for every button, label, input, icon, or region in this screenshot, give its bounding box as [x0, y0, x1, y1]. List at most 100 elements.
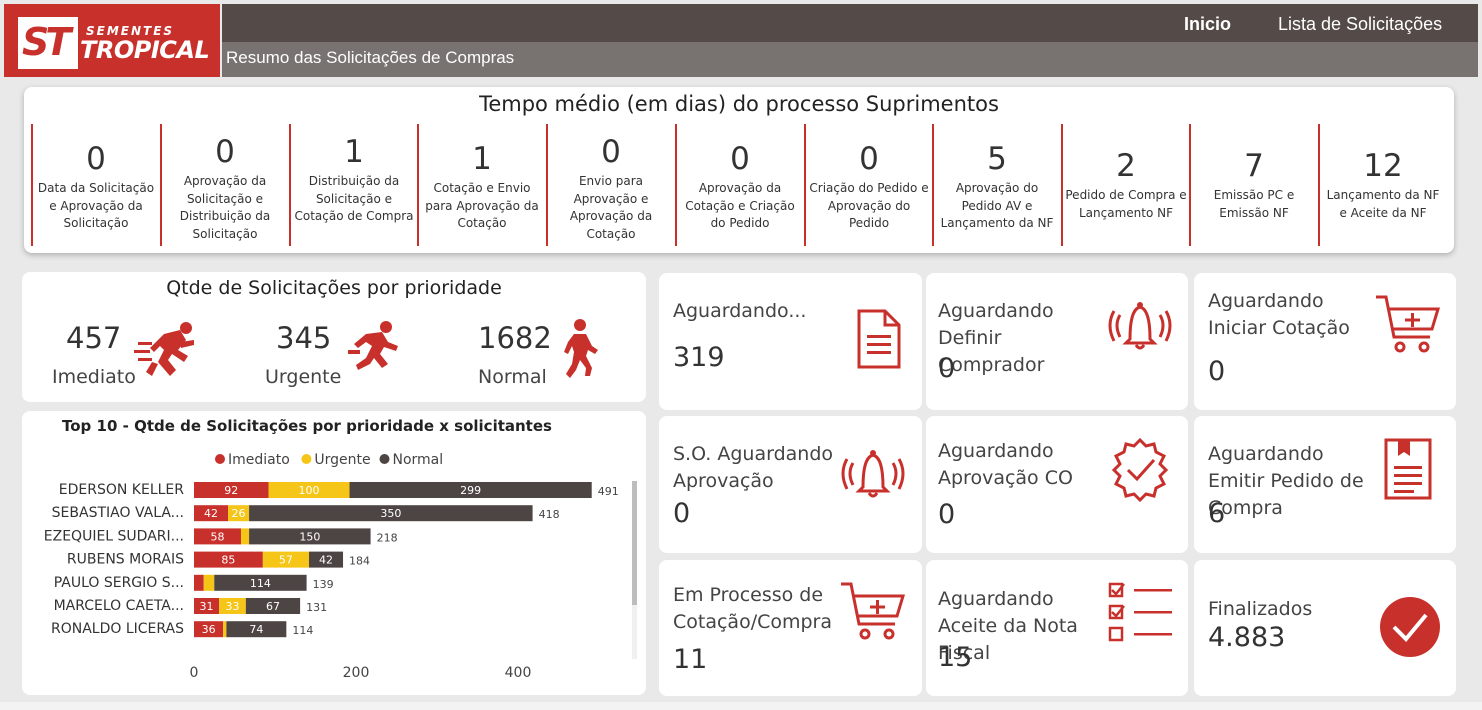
status-card-value: 6	[1208, 498, 1226, 529]
legend-label-normal: Normal	[393, 452, 444, 468]
tempo-step-value: 0	[730, 141, 750, 177]
prioridade-card: Qtde de Solicitações por prioridade 457 …	[22, 272, 646, 402]
bar-total-label: 114	[292, 624, 313, 637]
bar-data-label: 31	[200, 600, 214, 613]
category-label: PAULO SERGIO S...	[54, 575, 184, 591]
status-card-7[interactable]: Em Processo de Cotação/Compra 11	[659, 560, 922, 696]
status-card-4[interactable]: S.O. Aguardando Aprovação 0	[659, 416, 922, 553]
stacked-bar-chart: Imediato Urgente Normal EDERSON KELLER 92 100…	[44, 452, 637, 681]
bar-data-label: 33	[225, 600, 239, 613]
status-card-value: 0	[938, 353, 956, 384]
bar-segment-urgente	[240, 528, 250, 545]
bar-data-label: 67	[266, 600, 280, 613]
status-card-1[interactable]: Aguardando... 319	[659, 273, 922, 410]
tempo-step-label: Aprovação da Solicitação e Distribuição …	[179, 174, 271, 241]
bar-data-label: 92	[224, 484, 238, 497]
status-card-value: 0	[1208, 356, 1226, 387]
brand-logo: ST SEMENTES TROPICAL	[4, 4, 220, 77]
bar-total-label: 418	[539, 508, 560, 521]
imediato-label: Imediato	[52, 366, 136, 388]
status-card-9[interactable]: Finalizados 4.883	[1194, 560, 1456, 696]
bar-data-label: 26	[232, 507, 246, 520]
bar-data-label: 42	[319, 554, 333, 567]
legend-label-imediato: Imediato	[228, 452, 290, 468]
status-card-3[interactable]: Aguardando Iniciar Cotação 0	[1194, 273, 1456, 410]
status-card-label: S.O. Aguardando Aprovação	[673, 443, 834, 492]
tempo-step-value: 2	[1116, 148, 1136, 184]
bar-data-label: 58	[210, 530, 224, 543]
bar-segment-imediato	[194, 574, 204, 591]
bar-data-label: 100	[299, 484, 320, 497]
tempo-step-6: 0 Aprovação da Cotação e Criação do Pedid…	[675, 124, 803, 246]
tempo-medio-card: Tempo médio (em dias) do processo Suprim…	[24, 87, 1454, 253]
x-tick-label: 400	[505, 665, 532, 681]
status-card-6[interactable]: Aguardando Emitir Pedido de Compra 6	[1194, 416, 1456, 553]
bell-ringing-icon	[1108, 302, 1172, 350]
tempo-step-value: 0	[86, 141, 106, 177]
normal-value: 1682	[478, 321, 552, 355]
category-label: RUBENS MORAIS	[67, 552, 184, 568]
status-card-5[interactable]: Aguardando Aprovação CO 0	[926, 416, 1188, 553]
normal-label: Normal	[478, 366, 547, 388]
page-title: Resumo das Solicitações de Compras	[226, 48, 515, 67]
urgente-value: 345	[276, 321, 332, 355]
bar-data-label: 299	[460, 484, 481, 497]
tempo-step-label: Data da Solicitação e Aprovação da Solic…	[37, 181, 155, 230]
tempo-step-value: 12	[1363, 148, 1403, 184]
runner-icon	[348, 321, 398, 370]
status-card-label: Aguardando Iniciar Cotação	[1208, 290, 1350, 339]
tempo-step-2: 0 Aprovação da Solicitação e Distribuição…	[160, 124, 288, 246]
nav-inicio[interactable]: Inicio	[1184, 14, 1231, 35]
logo-mark: ST	[18, 17, 78, 69]
status-card-value: 4.883	[1208, 622, 1286, 653]
top10-chart-card: Top 10 - Qtde de Solicitações por priori…	[22, 411, 646, 695]
bar-total-label: 184	[349, 555, 370, 568]
status-card-2[interactable]: Aguardando Definir Comprador 0	[926, 273, 1188, 410]
cart-add-icon	[841, 582, 906, 640]
bar-data-label: 150	[299, 530, 320, 543]
legend-marker-urgente	[301, 454, 312, 464]
bar-segment-urgente	[203, 574, 215, 591]
tempo-step-7: 0 Criação do Pedido e Aprovação do Pedido	[804, 124, 932, 246]
tempo-step-1: 0 Data da Solicitação e Aprovação da Soli…	[31, 124, 159, 246]
status-card-value: 15	[938, 642, 973, 673]
bar-total-label: 139	[313, 578, 334, 591]
nav-lista-solicitacoes[interactable]: Lista de Solicitações	[1278, 14, 1442, 35]
tempo-step-value: 0	[859, 141, 879, 177]
tempo-step-value: 7	[1244, 148, 1264, 184]
tempo-step-value: 1	[472, 141, 492, 177]
chart-scrollbar-thumb[interactable]	[632, 481, 637, 605]
status-card-label: Em Processo de Cotação/Compra	[673, 584, 833, 633]
status-card-8[interactable]: Aguardando Aceite da Nota Fiscal 15	[926, 560, 1188, 696]
check-circle-icon	[1380, 597, 1440, 657]
tempo-step-label: Aprovação do Pedido AV e Lançamento da N…	[940, 181, 1054, 230]
tempo-step-label: Criação do Pedido e Aprovação do Pedido	[809, 181, 929, 230]
legend-marker-normal	[379, 454, 390, 464]
tempo-medio-title: Tempo médio (em dias) do processo Suprim…	[479, 92, 999, 116]
tempo-step-11: 12 Lançamento da NF e Aceite da NF	[1318, 124, 1446, 246]
document-icon	[857, 309, 901, 369]
category-label: SEBASTIAO VALA...	[52, 505, 184, 521]
status-card-value: 319	[673, 342, 725, 373]
tempo-step-4: 1 Cotação e Envio para Aprovação da Cotaç…	[417, 124, 545, 246]
status-card-label: Aguardando Aprovação CO	[938, 440, 1073, 489]
tempo-step-10: 7 Emissão PC e Emissão NF	[1189, 124, 1317, 246]
status-card-label: Aguardando...	[673, 300, 807, 322]
tempo-step-3: 1 Distribuição da Solicitação e Cotação d…	[289, 124, 417, 246]
checklist-icon	[1108, 582, 1172, 642]
category-label: MARCELO CAETA...	[54, 598, 184, 614]
subtitle-bar: Resumo das Solicitações de Compras	[222, 42, 1478, 77]
bar-data-label: 350	[380, 507, 401, 520]
tempo-step-8: 5 Aprovação do Pedido AV e Lançamento da …	[932, 124, 1060, 246]
x-tick-label: 200	[343, 665, 370, 681]
order-document-icon	[1384, 438, 1432, 500]
bar-data-label: 85	[221, 554, 235, 567]
urgente-label: Urgente	[265, 366, 342, 388]
tempo-step-value: 5	[987, 141, 1007, 177]
tempo-step-label: Envio para Aprovação e Aprovação da Cota…	[569, 174, 653, 241]
bottom-strip	[0, 702, 1482, 710]
status-card-label: Aguardando Definir Comprador	[938, 300, 1054, 376]
cart-add-icon	[1376, 295, 1441, 353]
category-label: RONALDO LICERAS	[51, 621, 184, 637]
walker-icon	[564, 319, 598, 378]
